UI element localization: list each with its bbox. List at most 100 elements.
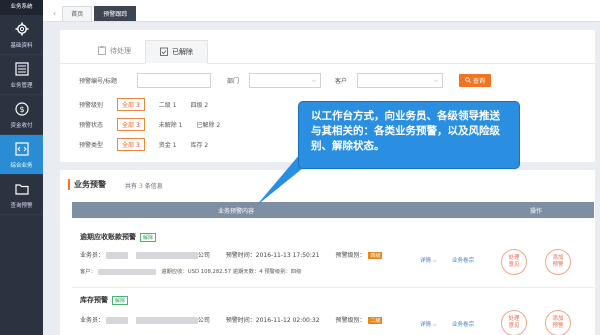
status-option-unresolved[interactable]: 未解除 1 (159, 120, 183, 129)
warning-title[interactable]: 库存预警 解除 (80, 295, 129, 305)
option-count: 3 (135, 102, 140, 109)
code-input[interactable] (137, 73, 211, 88)
customer-select[interactable]: ⌵ (357, 73, 443, 88)
subtab-label: 已解除 (172, 48, 193, 56)
type-option-all[interactable]: 全部 3 (117, 138, 145, 151)
warning-title-text: 库存预警 (80, 296, 108, 304)
search-button-label: 查询 (473, 78, 486, 85)
customer-label: 客户 (335, 78, 348, 85)
button-label: 处理 意见 (508, 254, 520, 268)
sidebar-item-label: 业务管理 (10, 82, 33, 89)
level-prefix: 预警级别： (335, 317, 366, 324)
filter-row-level: 预警级别 全部 3 二级 1 四级 2 (79, 98, 222, 111)
sidebar-item-label: 资金收付 (10, 122, 33, 129)
salesman-label: 业务员： (80, 252, 105, 259)
sidebar: 业务系统 基础资料 业务管理 $ 资金收付 综合业务 查询预警 (0, 0, 43, 335)
sidebar-item-integrated[interactable]: 综合业务 (0, 135, 43, 175)
dept-label: 部门 (227, 78, 240, 85)
subtab-resolved[interactable]: 已解除 (145, 40, 208, 64)
filter-row-status: 预警状态 全部 3 未解除 1 已解除 2 (79, 118, 234, 131)
blurred-company (135, 252, 198, 259)
level-label: 预警级别 (79, 102, 104, 109)
callout-annotation: 以工作台方式，向业务员、各级领导推送与其相关的：各类业务预警，以及风险级别、解除… (298, 101, 520, 169)
company-suffix: 公司 (197, 317, 210, 324)
sidebar-item-business[interactable]: 业务管理 (0, 55, 43, 95)
company-suffix: 公司 (197, 252, 210, 259)
customer-label: 客户： (80, 269, 96, 275)
level-badge: 四级 (368, 252, 383, 259)
chevron-down-icon: ⌵ (433, 76, 438, 84)
detail-link[interactable]: 详情 ⌵ (420, 320, 437, 329)
sidebar-item-query[interactable]: 查询预警 (0, 175, 43, 215)
clipboard-icon (98, 45, 106, 57)
code-label: 预警编号/标题 (79, 78, 118, 85)
type-option-inventory[interactable]: 库存 2 (191, 140, 209, 149)
option-label: 全部 (122, 102, 135, 109)
dollar-icon: $ (14, 101, 30, 117)
blurred-name (105, 252, 128, 259)
blurred-company (135, 317, 198, 324)
status-option-all[interactable]: 全部 3 (117, 118, 145, 131)
handle-opinion-button[interactable]: 处理 意见 (501, 249, 527, 275)
link-label: 详情 (420, 258, 432, 264)
blurred-name (105, 317, 128, 324)
level-badge: 二级 (368, 317, 383, 324)
list-title: 业务预警 (68, 179, 106, 190)
sidebar-item-label: 查询预警 (10, 202, 33, 209)
button-label: 添加 预警 (552, 254, 564, 268)
count-prefix: 共有 (125, 183, 138, 190)
count-suffix: 条信息 (144, 183, 163, 190)
dossier-link[interactable]: 业务卷宗 (452, 320, 474, 328)
option-count: 3 (135, 122, 140, 129)
chevron-left-icon[interactable]: ‹ (53, 6, 56, 21)
count-value: 3 (138, 183, 143, 190)
add-warning-button[interactable]: 添加 预警 (545, 249, 571, 275)
column-action: 操作 (530, 208, 543, 215)
dept-select[interactable]: ⌵ (249, 73, 321, 88)
button-label: 处理 意见 (508, 315, 520, 329)
resolved-tag: 解除 (140, 232, 157, 242)
level-prefix: 预警级别： (335, 252, 366, 259)
handle-opinion-button[interactable]: 处理 意见 (501, 310, 527, 335)
column-content: 业务预警内容 (218, 208, 255, 215)
subtab-pending[interactable]: 待处理 (84, 39, 145, 63)
level-option-4[interactable]: 四级 2 (191, 100, 209, 109)
detail-text: 逾期应收：USD 108,282.57 逾期天数：4 预警级别：四级 (161, 269, 302, 275)
chevron-down-icon: ⌵ (311, 76, 316, 84)
status-option-resolved[interactable]: 已解除 2 (197, 120, 221, 129)
salesman-label: 业务员： (80, 317, 105, 324)
sidebar-item-funds[interactable]: $ 资金收付 (0, 95, 43, 135)
filter-row-search: 预警编号/标题 部门 ⌵ 客户 ⌵ 查询 (79, 73, 492, 88)
warning-meta: 业务员： 公司 预警时间：2016-11-12 02:00:32 预警级别： 二级 (80, 315, 383, 324)
dossier-link[interactable]: 业务卷宗 (452, 256, 474, 264)
add-warning-button[interactable]: 添加 预警 (545, 310, 571, 335)
sidebar-item-basic-data[interactable]: 基础资料 (0, 15, 43, 55)
clipboard-check-icon (160, 47, 168, 58)
type-option-funds[interactable]: 资金 1 (159, 140, 177, 149)
level-option-2[interactable]: 二级 1 (159, 100, 177, 109)
search-button[interactable]: 查询 (459, 74, 492, 87)
warning-list: 业务预警 共有 3 条信息 业务预警内容 操作 逾期应收账款预警 解除 业务员： … (60, 170, 595, 335)
status-label: 预警状态 (79, 122, 104, 129)
warning-title[interactable]: 逾期应收账款预警 解除 (80, 232, 157, 242)
warning-time: 预警时间：2016-11-13 17:50:21 (225, 252, 320, 259)
warning-title-text: 逾期应收账款预警 (80, 233, 136, 241)
level-option-all[interactable]: 全部 3 (117, 98, 145, 111)
list-count: 共有 3 条信息 (125, 181, 163, 190)
sidebar-item-label: 基础资料 (10, 42, 33, 49)
blurred-customer (97, 268, 156, 275)
warning-time: 预警时间：2016-11-12 02:00:32 (225, 317, 320, 324)
gear-icon (14, 21, 30, 37)
tab-home[interactable]: 首页 (62, 6, 93, 21)
option-label: 全部 (122, 142, 135, 149)
type-label: 预警类型 (79, 142, 104, 149)
detail-link[interactable]: 详情 ⌵ (420, 256, 437, 265)
button-label: 添加 预警 (552, 315, 564, 329)
tab-warning-tracking[interactable]: 预警跟踪 (94, 6, 137, 21)
search-icon (465, 76, 471, 85)
warning-meta: 业务员： 公司 预警时间：2016-11-13 17:50:21 预警级别： 四级 (80, 250, 383, 259)
svg-text:$: $ (19, 105, 24, 114)
code-icon (14, 141, 30, 157)
option-label: 全部 (122, 122, 135, 129)
warning-detail: 客户： 逾期应收：USD 108,282.57 逾期天数：4 预警级别：四级 (80, 267, 301, 275)
